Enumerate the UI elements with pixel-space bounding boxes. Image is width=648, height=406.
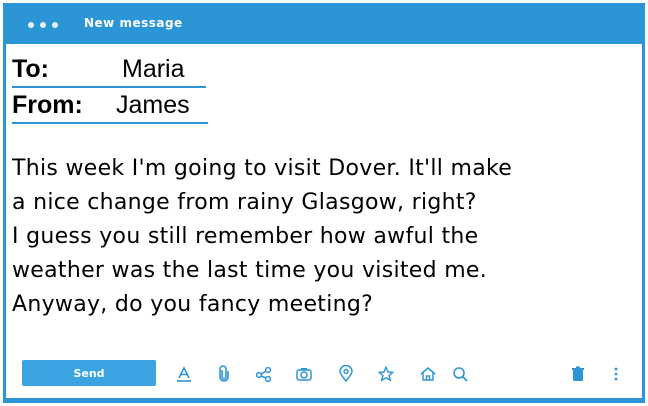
window-title: New message (84, 16, 183, 30)
format-text-icon[interactable] (174, 364, 194, 384)
message-line: This week I'm going to visit Dover. It'l… (12, 156, 513, 181)
message-line: weather was the last time you visited me… (12, 258, 488, 283)
window-controls (28, 22, 58, 28)
compose-window: New message To: Maria From: James This w… (3, 3, 645, 403)
send-button[interactable]: Send (22, 360, 156, 386)
message-line: a nice change from rainy Glasgow, right? (12, 190, 477, 215)
message-body[interactable]: This week I'm going to visit Dover. It'l… (12, 152, 640, 322)
to-value[interactable]: Maria (122, 55, 185, 84)
from-value[interactable]: James (116, 91, 190, 120)
location-icon[interactable] (336, 364, 356, 384)
star-icon[interactable] (376, 364, 396, 384)
trash-icon[interactable] (568, 364, 588, 384)
search-icon[interactable] (450, 364, 470, 384)
home-icon[interactable] (418, 364, 438, 384)
camera-icon[interactable] (294, 364, 314, 384)
message-line: I guess you still remember how awful the (12, 224, 479, 249)
window-dot-minimize[interactable] (40, 22, 46, 28)
more-icon[interactable] (606, 364, 626, 384)
attach-icon[interactable] (214, 364, 234, 384)
compose-toolbar: Send (6, 356, 642, 396)
share-icon[interactable] (254, 364, 274, 384)
window-dot-maximize[interactable] (52, 22, 58, 28)
window-dot-close[interactable] (28, 22, 34, 28)
from-label: From: (12, 91, 83, 119)
from-field[interactable]: From: James (12, 91, 208, 124)
title-bar: New message (6, 6, 642, 44)
bottom-border (6, 398, 642, 400)
to-field[interactable]: To: Maria (12, 55, 206, 88)
message-line: Anyway, do you fancy meeting? (12, 292, 374, 317)
to-label: To: (12, 55, 50, 83)
